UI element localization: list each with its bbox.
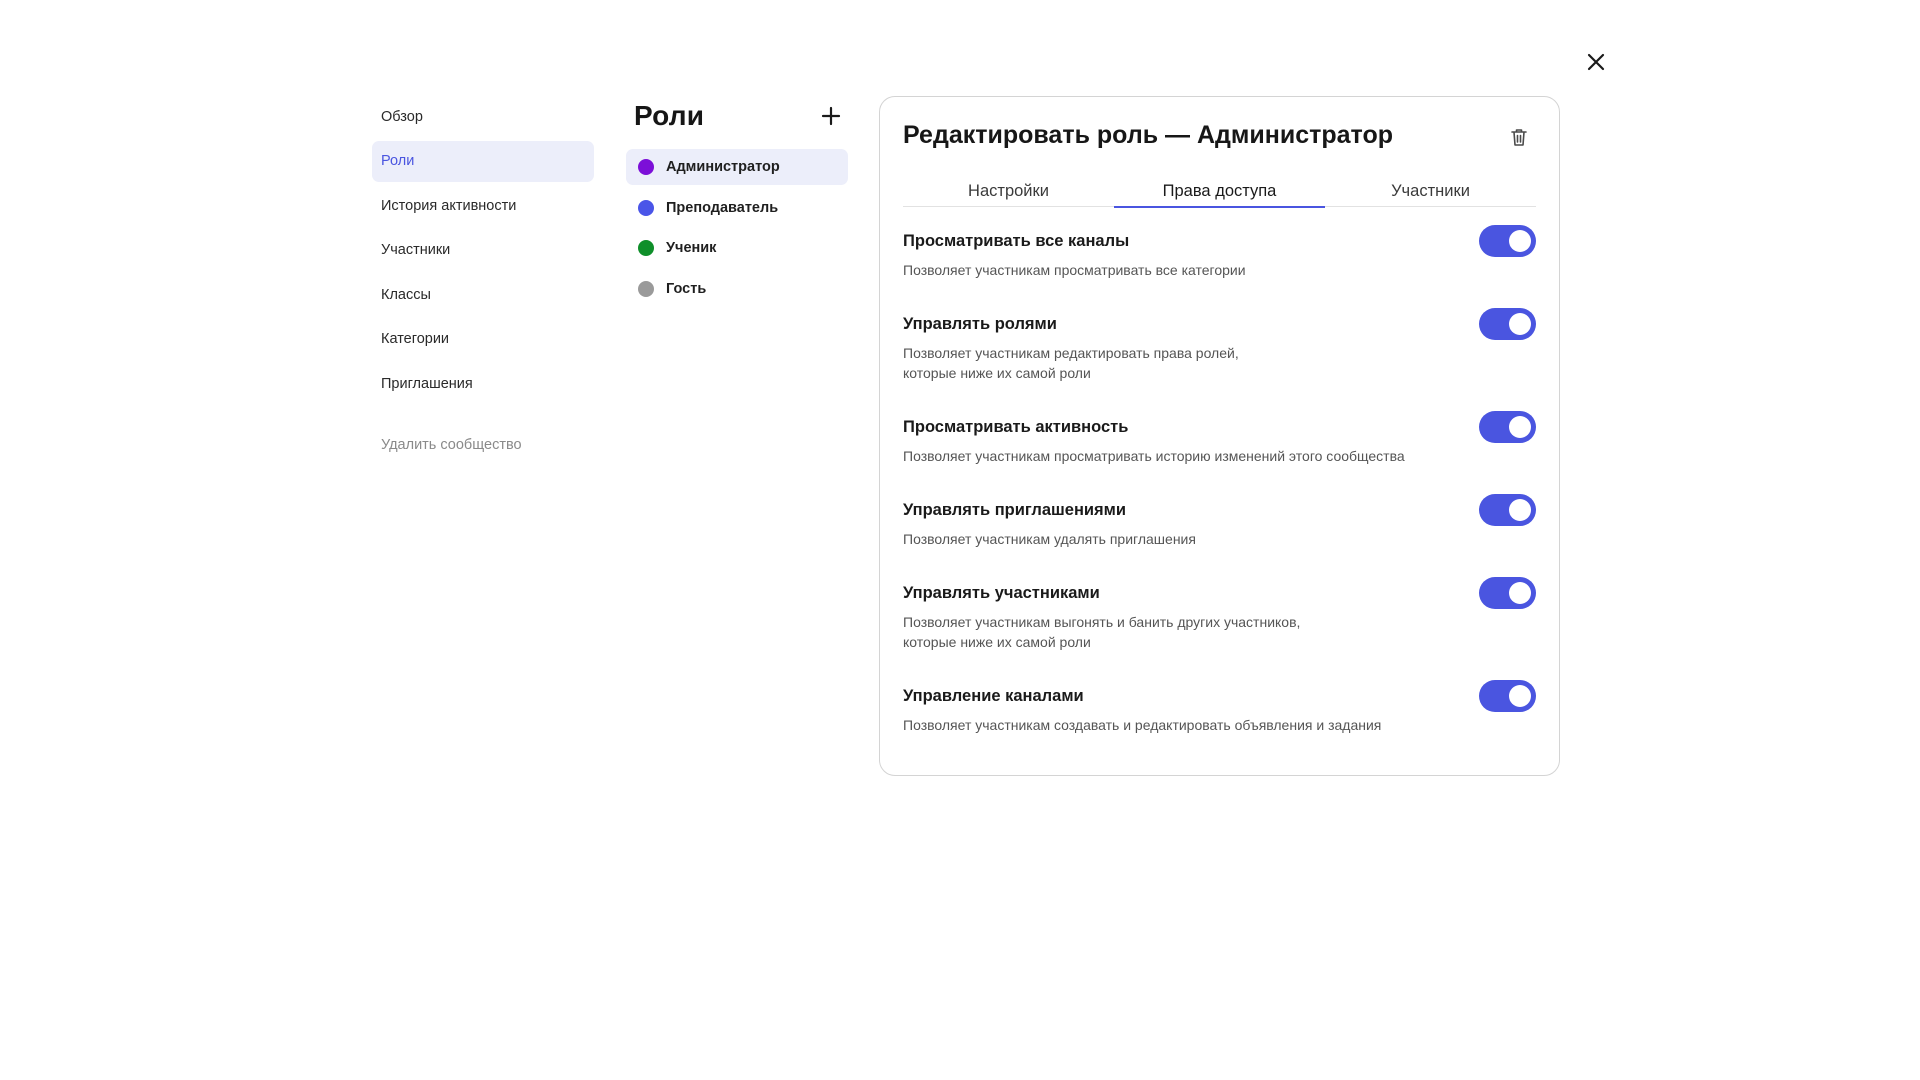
tab-settings[interactable]: Настройки xyxy=(903,177,1114,206)
role-label: Администратор xyxy=(666,159,780,175)
permission-toggle[interactable] xyxy=(1479,494,1536,526)
roles-header: Роли xyxy=(634,96,848,136)
permission-toggle[interactable] xyxy=(1479,308,1536,340)
tab-permissions[interactable]: Права доступа xyxy=(1114,177,1325,208)
roles-list: Администратор Преподаватель Ученик Гость xyxy=(626,149,848,311)
permission-title: Управление каналами xyxy=(903,687,1084,705)
permission-title: Управлять ролями xyxy=(903,315,1057,333)
permission-description: Позволяет участникам выгонять и банить д… xyxy=(903,614,1301,650)
edit-role-panel: Редактировать роль — Администратор Настр… xyxy=(879,96,1560,776)
trash-icon xyxy=(1511,129,1527,146)
toggle-knob xyxy=(1509,499,1531,521)
delete-community-button[interactable]: Удалить сообщество xyxy=(372,424,594,465)
role-label: Ученик xyxy=(666,240,717,256)
roles-title: Роли xyxy=(634,100,705,131)
role-item-administrator[interactable]: Администратор xyxy=(626,149,848,185)
delete-community-label: Удалить сообщество xyxy=(381,436,522,453)
nav-item-overview[interactable]: Обзор xyxy=(372,96,594,137)
nav-item-categories[interactable]: Категории xyxy=(372,319,594,360)
permission-description: Позволяет участникам просматривать истор… xyxy=(903,448,1405,464)
plus-icon xyxy=(821,106,841,126)
permission-toggle[interactable] xyxy=(1479,411,1536,443)
toggle-knob xyxy=(1509,416,1531,438)
permission-description: Позволяет участникам редактировать права… xyxy=(903,345,1239,381)
close-icon xyxy=(1587,53,1605,71)
nav-item-label: Приглашения xyxy=(381,375,473,392)
nav-item-activity-history[interactable]: История активности xyxy=(372,185,594,226)
toggle-knob xyxy=(1509,230,1531,252)
nav-item-label: История активности xyxy=(381,197,517,214)
permission-row: Управлять приглашениями Позволяет участн… xyxy=(903,494,1536,583)
add-role-button[interactable] xyxy=(818,103,844,129)
role-label: Преподаватель xyxy=(666,199,779,216)
permission-row: Управление каналами Позволяет участникам… xyxy=(903,680,1536,746)
permission-description: Позволяет участникам удалять приглашения xyxy=(903,531,1196,547)
permission-description: Позволяет участникам создавать и редакти… xyxy=(903,717,1382,733)
permission-toggle[interactable] xyxy=(1479,577,1536,609)
permission-title: Управлять приглашениями xyxy=(903,501,1127,519)
role-tabs: Настройки Права доступа Участники xyxy=(903,177,1536,208)
settings-nav: Обзор Роли История активности Участники … xyxy=(372,96,594,465)
permission-description: Позволяет участникам просматривать все к… xyxy=(903,262,1246,278)
role-label: Гость xyxy=(666,280,707,297)
permission-row: Просматривать активность Позволяет участ… xyxy=(903,411,1536,500)
permission-row: Управлять участниками Позволяет участник… xyxy=(903,577,1536,686)
role-item-guest[interactable]: Гость xyxy=(626,271,848,307)
role-color-dot xyxy=(638,159,654,175)
tab-members[interactable]: Участники xyxy=(1325,177,1536,206)
nav-item-classes[interactable]: Классы xyxy=(372,274,594,315)
role-color-dot xyxy=(638,240,654,256)
permission-row: Управлять ролями Позволяет участникам ре… xyxy=(903,308,1536,417)
toggle-knob xyxy=(1509,685,1531,707)
role-item-teacher[interactable]: Преподаватель xyxy=(626,190,848,226)
nav-item-label: Классы xyxy=(381,286,431,303)
role-item-student[interactable]: Ученик xyxy=(626,230,848,266)
nav-item-roles[interactable]: Роли xyxy=(372,140,594,182)
role-color-dot xyxy=(638,199,654,216)
permission-title: Управлять участниками xyxy=(903,584,1100,602)
close-button[interactable] xyxy=(1582,48,1610,76)
toggle-knob xyxy=(1509,313,1531,335)
role-color-dot xyxy=(638,280,654,297)
nav-item-members[interactable]: Участники xyxy=(372,230,594,271)
permission-row: Просматривать все каналы Позволяет участ… xyxy=(903,225,1536,314)
nav-item-label: Участники xyxy=(381,242,451,258)
permissions-list: Просматривать все каналы Позволяет участ… xyxy=(903,225,1536,746)
delete-role-button[interactable] xyxy=(1507,125,1531,149)
nav-item-invitations[interactable]: Приглашения xyxy=(372,363,594,404)
permission-title: Просматривать все каналы xyxy=(903,232,1130,250)
nav-item-label: Категории xyxy=(381,331,450,347)
panel-title: Редактировать роль — Администратор xyxy=(903,121,1393,149)
nav-item-label: Обзор xyxy=(381,108,423,125)
permission-title: Просматривать активность xyxy=(903,418,1129,436)
permission-toggle[interactable] xyxy=(1479,225,1536,257)
nav-item-label: Роли xyxy=(381,153,415,169)
toggle-knob xyxy=(1509,582,1531,604)
permission-toggle[interactable] xyxy=(1479,680,1536,712)
